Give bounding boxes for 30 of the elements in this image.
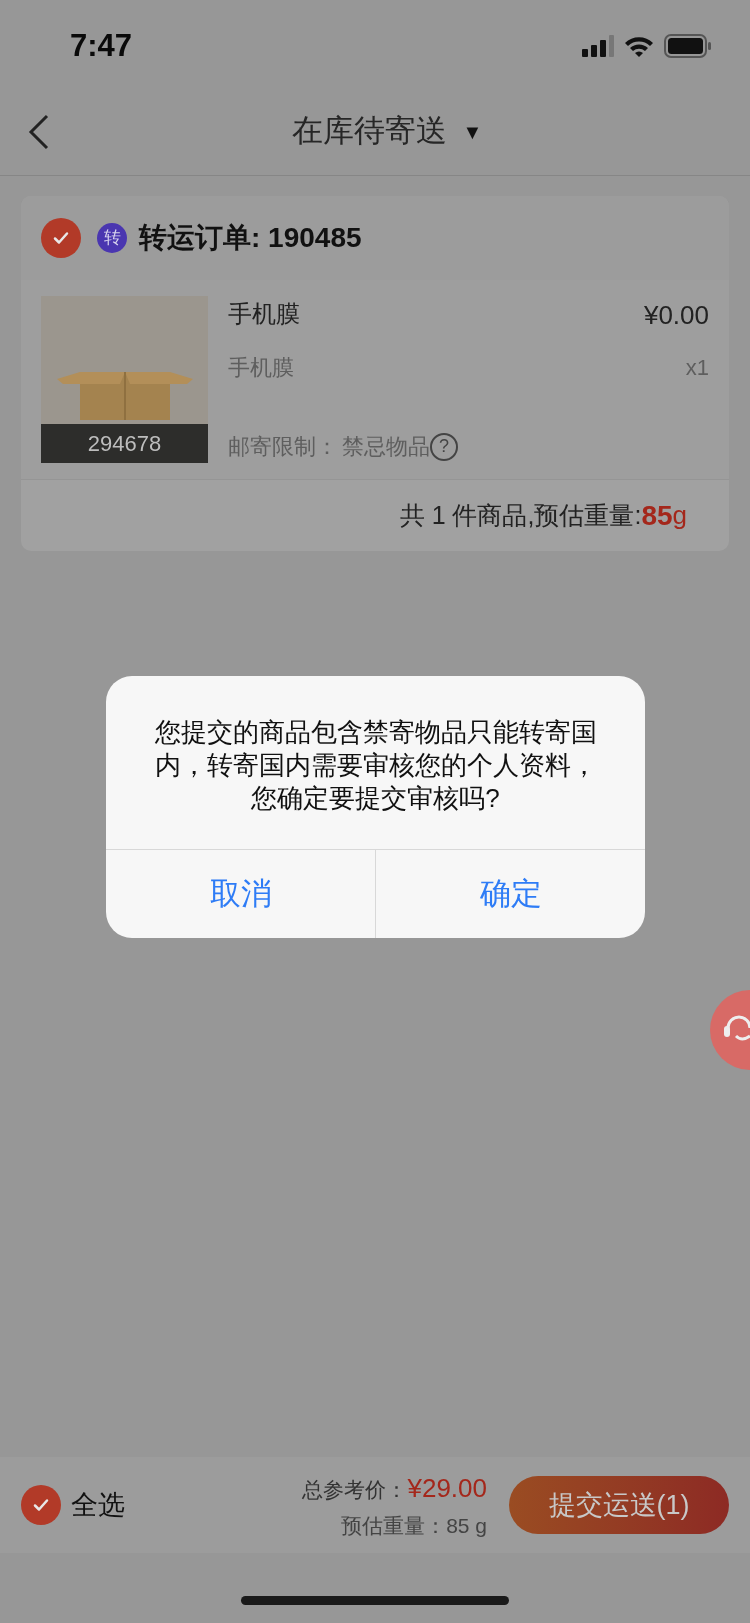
item-name: 手机膜 xyxy=(228,299,300,329)
total-label: 总参考价： xyxy=(302,1476,408,1503)
checkbox[interactable] xyxy=(21,1485,61,1525)
restriction-value: 禁忌物品 xyxy=(342,433,430,461)
transfer-badge: 转 xyxy=(97,223,127,253)
item-spec: 手机膜 xyxy=(228,354,294,382)
weight-value: 85 xyxy=(641,498,673,533)
item-code: 294678 xyxy=(41,424,208,463)
dialog-button[interactable]: 取消 xyxy=(106,850,375,938)
checkbox[interactable] xyxy=(41,218,81,258)
help-icon[interactable]: ? xyxy=(430,432,458,461)
status-time: 7:47 xyxy=(70,26,133,65)
signal-icon xyxy=(582,35,614,57)
wifi-icon xyxy=(624,35,654,57)
restriction-label: 邮寄限制： xyxy=(228,433,338,461)
total-value: ¥29.00 xyxy=(407,1471,487,1505)
page-title[interactable]: 在库待寄送 xyxy=(291,108,447,155)
back-icon[interactable] xyxy=(28,114,50,150)
summary-text: 共 1 件商品,预估重量: xyxy=(399,499,642,531)
submit-button[interactable]: 提交运送(1) xyxy=(509,1476,729,1534)
item-price: ¥0.00 xyxy=(643,299,709,332)
dialog-button[interactable]: 确定 xyxy=(375,850,645,938)
order-title: 转运订单: 190485 xyxy=(139,221,362,255)
weight-unit: g xyxy=(672,499,687,532)
total-weight: 预估重量：85 g xyxy=(341,1512,487,1539)
dropdown-glyph[interactable]: ▼ xyxy=(462,116,483,147)
battery-icon xyxy=(664,34,712,58)
dialog-message: 您提交的商品包含禁寄物品只能转寄国内，转寄国内需要审核您的个人资料，您确定要提交审核吗? xyxy=(153,716,598,815)
select-all-label[interactable]: 全选 xyxy=(71,1484,125,1526)
item-quantity: x1 xyxy=(685,354,709,382)
